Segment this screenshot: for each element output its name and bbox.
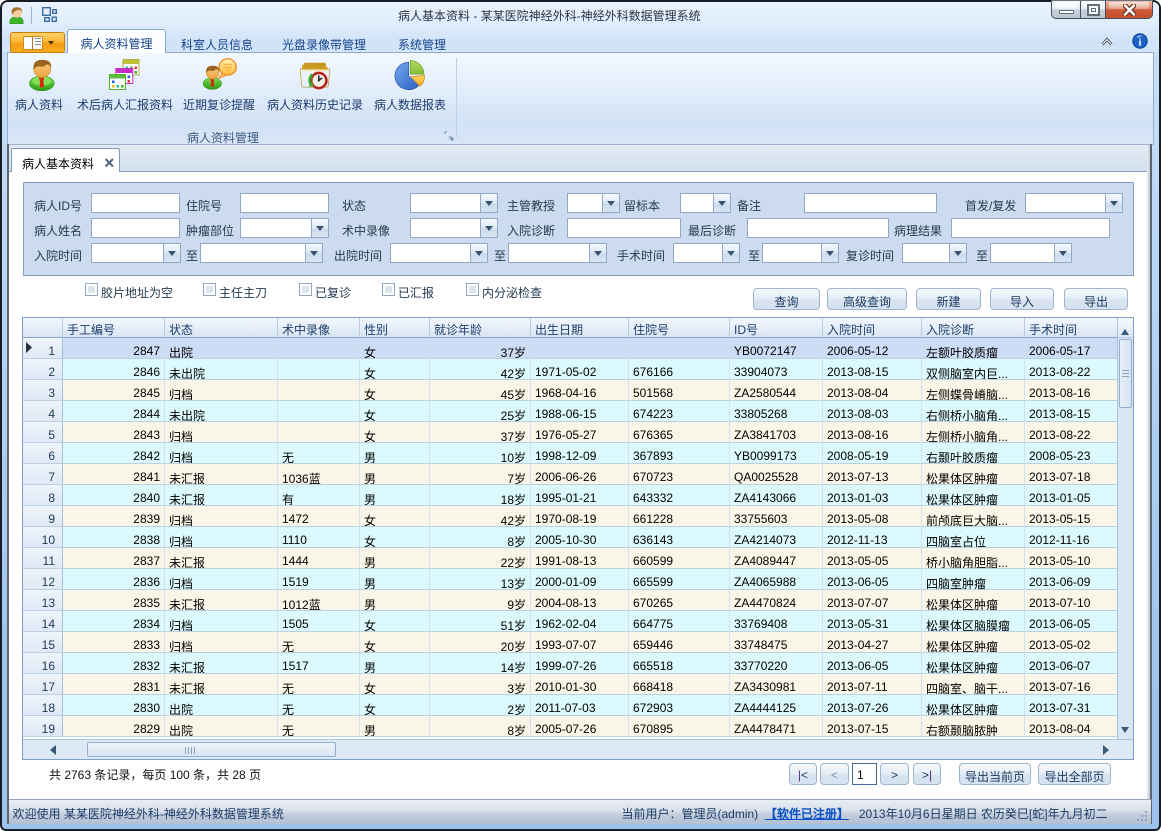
svg-text:i: i bbox=[1139, 37, 1142, 48]
